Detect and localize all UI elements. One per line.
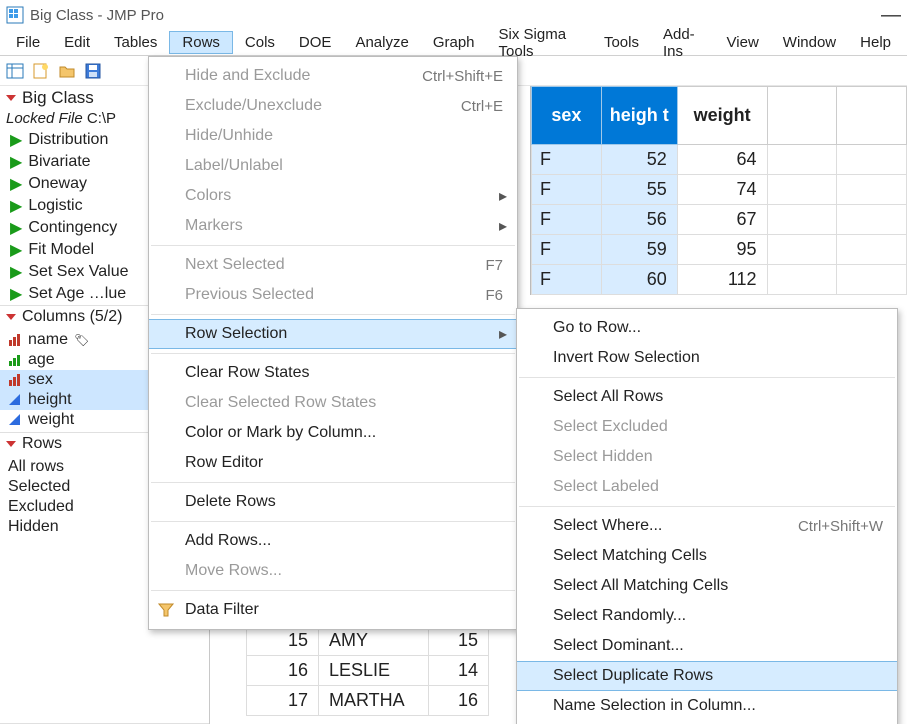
menu-cols[interactable]: Cols — [233, 32, 287, 53]
menu-item-select-randomly[interactable]: Select Randomly... — [517, 601, 897, 631]
menu-analyze[interactable]: Analyze — [343, 32, 420, 53]
menu-item-select-all-rows[interactable]: Select All Rows — [517, 382, 897, 412]
col-header-weight[interactable]: weight — [677, 87, 767, 145]
modeling-type-icon — [8, 413, 22, 427]
menu-rows[interactable]: Rows — [169, 31, 233, 54]
menu-item-previous-selected: Previous SelectedF6 — [149, 280, 517, 310]
disclose-icon[interactable] — [4, 91, 18, 105]
play-icon: ▶ — [10, 284, 22, 304]
modeling-type-icon — [8, 353, 22, 367]
col-header-height[interactable]: heigh t — [601, 87, 677, 145]
toolbar-table-icon[interactable] — [4, 60, 26, 82]
menu-item-select-all-matching-cells[interactable]: Select All Matching Cells — [517, 571, 897, 601]
menu-item-move-rows: Move Rows... — [149, 556, 517, 586]
menu-item-select-dominant[interactable]: Select Dominant... — [517, 631, 897, 661]
menu-item-row-selection[interactable]: Row Selection▸ — [149, 319, 517, 349]
label-icon: 🏷 — [74, 333, 89, 347]
menu-item-clear-selected-row-states: Clear Selected Row States — [149, 388, 517, 418]
menu-item-clear-row-states[interactable]: Clear Row States — [149, 358, 517, 388]
locked-path: C:\P — [87, 110, 116, 127]
menu-help[interactable]: Help — [848, 32, 903, 53]
menu-tools[interactable]: Tools — [592, 32, 651, 53]
title-bar: Big Class - JMP Pro — — [0, 0, 907, 30]
menu-item-hide-unhide: Hide/Unhide — [149, 121, 517, 151]
menu-item-select-labeled: Select Labeled — [517, 472, 897, 502]
menu-item-select-hidden: Select Hidden — [517, 442, 897, 472]
menu-item-markers: Markers▸ — [149, 211, 517, 241]
table-row[interactable]: F5667 — [532, 205, 907, 235]
menu-item-data-filter[interactable]: Data Filter — [149, 595, 517, 625]
play-icon: ▶ — [10, 152, 22, 172]
rows-header: Rows — [22, 435, 62, 453]
toolbar-save-icon[interactable] — [82, 60, 104, 82]
menu-tables[interactable]: Tables — [102, 32, 169, 53]
menu-item-exclude-unexclude: Exclude/UnexcludeCtrl+E — [149, 91, 517, 121]
submenu-arrow-icon: ▸ — [499, 216, 507, 236]
modeling-type-icon — [8, 393, 22, 407]
play-icon: ▶ — [10, 218, 22, 238]
disclose-icon[interactable] — [4, 437, 18, 451]
menu-item-go-to-row[interactable]: Go to Row... — [517, 313, 897, 343]
menu-item-add-rows[interactable]: Add Rows... — [149, 526, 517, 556]
row-index-grid[interactable]: 15AMY1516LESLIE1417MARTHA16 — [246, 625, 489, 716]
menu-bar: FileEditTablesRowsColsDOEAnalyzeGraphSix… — [0, 30, 907, 56]
menu-add-ins[interactable]: Add-Ins — [651, 24, 715, 62]
menu-view[interactable]: View — [715, 32, 771, 53]
locked-label: Locked File — [6, 110, 83, 127]
filter-icon — [157, 601, 175, 619]
table-row[interactable]: F60112 — [532, 265, 907, 295]
table-name: Big Class — [22, 88, 94, 108]
data-grid[interactable]: sex heigh t weight F5264F5574F5667F5995F… — [530, 86, 907, 295]
toolbar-open-icon[interactable] — [56, 60, 78, 82]
menu-doe[interactable]: DOE — [287, 32, 344, 53]
col-header-sex[interactable]: sex — [532, 87, 602, 145]
play-icon: ▶ — [10, 240, 22, 260]
app-icon — [6, 6, 24, 24]
toolbar-new-icon[interactable] — [30, 60, 52, 82]
play-icon: ▶ — [10, 130, 22, 150]
menu-item-select-excluded: Select Excluded — [517, 412, 897, 442]
minimize-button[interactable]: — — [881, 10, 901, 20]
window-title: Big Class - JMP Pro — [30, 7, 164, 24]
table-row[interactable]: 15AMY15 — [247, 626, 489, 656]
modeling-type-icon — [8, 373, 22, 387]
menu-item-color-or-mark-by-column[interactable]: Color or Mark by Column... — [149, 418, 517, 448]
menu-item-delete-rows[interactable]: Delete Rows — [149, 487, 517, 517]
menu-window[interactable]: Window — [771, 32, 848, 53]
play-icon: ▶ — [10, 174, 22, 194]
row-selection-submenu: Go to Row...Invert Row Selection Select A… — [516, 308, 898, 724]
play-icon: ▶ — [10, 196, 22, 216]
table-row[interactable]: F5574 — [532, 175, 907, 205]
menu-item-label-unlabel: Label/Unlabel — [149, 151, 517, 181]
menu-item-next-selected: Next SelectedF7 — [149, 250, 517, 280]
menu-item-name-selection-in-column[interactable]: Name Selection in Column... — [517, 691, 897, 721]
menu-item-invert-row-selection[interactable]: Invert Row Selection — [517, 343, 897, 373]
menu-edit[interactable]: Edit — [52, 32, 102, 53]
menu-item-select-duplicate-rows[interactable]: Select Duplicate Rows — [517, 661, 897, 691]
menu-item-select-where[interactable]: Select Where...Ctrl+Shift+W — [517, 511, 897, 541]
rows-menu: Hide and ExcludeCtrl+Shift+EExclude/Unex… — [148, 56, 518, 630]
table-row[interactable]: 16LESLIE14 — [247, 656, 489, 686]
table-row[interactable]: 17MARTHA16 — [247, 686, 489, 716]
modeling-type-icon — [8, 333, 22, 347]
submenu-arrow-icon: ▸ — [499, 186, 507, 206]
menu-item-colors: Colors▸ — [149, 181, 517, 211]
menu-item-hide-and-exclude: Hide and ExcludeCtrl+Shift+E — [149, 61, 517, 91]
columns-header: Columns (5/2) — [22, 308, 122, 326]
menu-file[interactable]: File — [4, 32, 52, 53]
play-icon: ▶ — [10, 262, 22, 282]
table-row[interactable]: F5264 — [532, 145, 907, 175]
disclose-icon[interactable] — [4, 310, 18, 324]
menu-graph[interactable]: Graph — [421, 32, 487, 53]
submenu-arrow-icon: ▸ — [499, 324, 507, 344]
menu-item-row-editor[interactable]: Row Editor — [149, 448, 517, 478]
table-row[interactable]: F5995 — [532, 235, 907, 265]
menu-item-select-matching-cells[interactable]: Select Matching Cells — [517, 541, 897, 571]
